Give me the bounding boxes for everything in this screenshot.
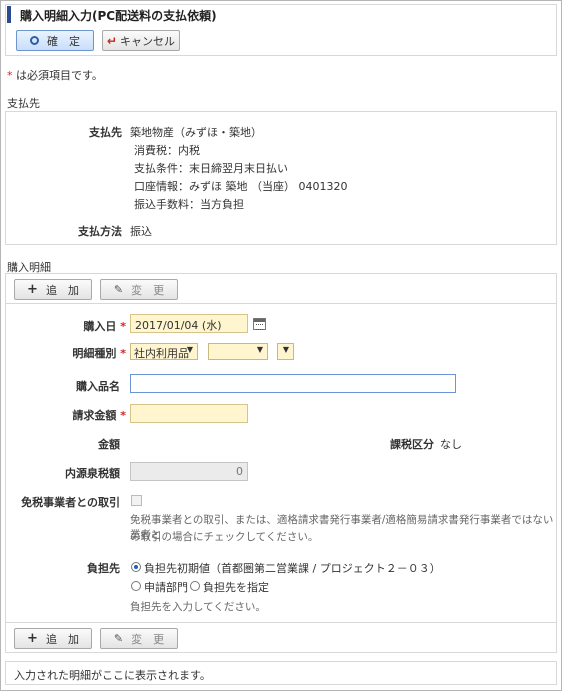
window-frame: 購入明細入力(PC配送料の支払依頼) 確 定 ↵ キャンセル * は必須項目です…	[0, 0, 562, 691]
item-type-sub2-select[interactable]: ▼	[277, 343, 294, 360]
page-title: 購入明細入力(PC配送料の支払依頼)	[20, 9, 217, 23]
confirm-circle-icon	[30, 36, 39, 45]
burden-specify-radio[interactable]	[190, 581, 200, 591]
item-type-select-value: 社内利用品	[134, 347, 189, 360]
exempt-checkbox[interactable]	[131, 495, 142, 506]
plus-icon: +	[27, 282, 38, 297]
item-type-label: 明細種別 *	[26, 345, 126, 361]
pencil-icon: ✎	[113, 632, 124, 645]
page-header: 購入明細入力(PC配送料の支払依頼) 確 定 ↵ キャンセル	[5, 4, 557, 56]
payee-name: 築地物産（みずほ・築地）	[130, 126, 262, 139]
required-mark: *	[120, 347, 126, 360]
tax-class-label: 課税区分	[390, 438, 434, 451]
burden-help: 負担先を入力してください。	[130, 601, 266, 613]
purchase-date-label-text: 購入日	[83, 320, 117, 333]
cancel-button[interactable]: ↵ キャンセル	[102, 30, 180, 51]
item-type-label-text: 明細種別	[72, 347, 117, 360]
chevron-down-icon: ▼	[256, 345, 263, 354]
burden-dept-radio[interactable]	[131, 581, 141, 591]
amount-input[interactable]	[130, 404, 248, 423]
change-button-label: 変 更	[131, 632, 165, 646]
required-mark: *	[120, 320, 126, 333]
payee-terms: 支払条件：末日締翌月末日払い	[134, 162, 288, 175]
exempt-label: 免税事業者との取引	[21, 496, 120, 509]
required-mark: *	[120, 409, 126, 422]
price-label: 金額	[98, 438, 120, 451]
burden-specify-label[interactable]: 負担先を指定	[203, 579, 269, 595]
exempt-help-line2: の取引の場合にチェックしてください。	[130, 531, 319, 543]
tax-class-value: なし	[440, 438, 462, 451]
chevron-down-icon: ▼	[186, 345, 193, 354]
payee-field-label: 支払先	[89, 126, 122, 139]
burden-default-label[interactable]: 負担先初期値（首都圏第二営業課 / プロジェクト２－０３）	[144, 560, 441, 576]
return-arrow-icon: ↵	[106, 33, 118, 48]
payee-tax: 消費税：内税	[134, 144, 200, 157]
purchase-date-input[interactable]: 2017/01/04 (水)	[130, 314, 248, 333]
payment-method-label: 支払方法	[78, 225, 122, 238]
detail-toolbar-top: + 追 加 ✎ 変 更	[6, 274, 556, 304]
required-mark: *	[7, 69, 13, 82]
plus-icon: +	[27, 631, 38, 646]
payment-method-value: 振込	[130, 225, 152, 238]
change-button[interactable]: ✎ 変 更	[100, 279, 178, 300]
payee-fee: 振込手数料：当方負担	[134, 198, 244, 211]
burden-label: 負担先	[87, 562, 120, 575]
detail-toolbar-bottom: + 追 加 ✎ 変 更	[6, 622, 556, 652]
detail-list-note: 入力された明細がここに表示されます。	[14, 669, 211, 682]
item-type-sub-select[interactable]: ▼	[208, 343, 268, 360]
add-button-label: 追 加	[45, 632, 79, 646]
add-button-label: 追 加	[45, 283, 79, 297]
withholding-input: 0	[130, 462, 248, 481]
add-button[interactable]: + 追 加	[14, 279, 92, 300]
item-type-select[interactable]: 社内利用品 ▼	[130, 343, 198, 360]
detail-panel: + 追 加 ✎ 変 更 購入日 * 2017/01/04 (水) 明細種別 * …	[5, 273, 557, 653]
detail-list-panel: 入力された明細がここに表示されます。	[5, 661, 557, 685]
cancel-button-label: キャンセル	[120, 34, 176, 48]
amount-label-text: 請求金額	[72, 409, 117, 422]
required-note-text: は必須項目です。	[16, 69, 103, 82]
payee-section-label: 支払先	[7, 97, 40, 110]
chevron-down-icon: ▼	[282, 345, 289, 354]
burden-default-radio[interactable]	[131, 562, 141, 572]
confirm-button[interactable]: 確 定	[16, 30, 94, 51]
change-button[interactable]: ✎ 変 更	[100, 628, 178, 649]
calendar-icon[interactable]	[253, 318, 266, 330]
amount-label: 請求金額 *	[26, 407, 126, 423]
withholding-label: 内源泉税額	[65, 467, 120, 480]
purchase-date-label: 購入日 *	[26, 318, 126, 334]
required-note: * は必須項目です。	[7, 67, 103, 83]
title-accent-bar	[7, 6, 11, 23]
payee-account: 口座情報：みずほ 築地 （当座） 0401320	[134, 180, 348, 193]
item-name-input[interactable]	[130, 374, 456, 393]
item-name-label: 購入品名	[76, 380, 120, 393]
pencil-icon: ✎	[113, 283, 124, 296]
burden-dept-label[interactable]: 申請部門	[144, 579, 188, 595]
add-button[interactable]: + 追 加	[14, 628, 92, 649]
confirm-button-label: 確 定	[47, 34, 80, 48]
change-button-label: 変 更	[131, 283, 165, 297]
payee-panel: 支払先 築地物産（みずほ・築地） 消費税：内税 支払条件：末日締翌月末日払い 口…	[5, 111, 557, 245]
